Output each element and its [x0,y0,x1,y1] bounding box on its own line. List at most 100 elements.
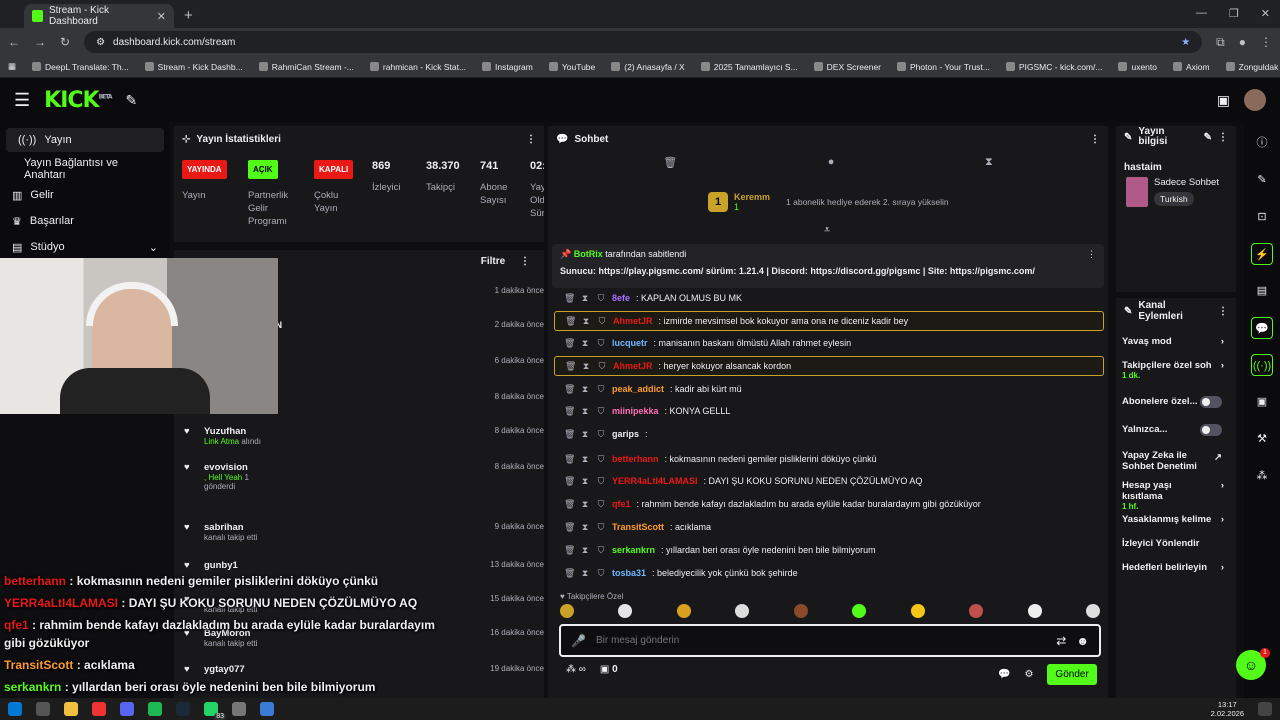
timeout-icon[interactable]: ⧗ [580,454,590,465]
delete-message-icon[interactable]: 🗑 [564,545,575,556]
whatsapp-icon[interactable]: 83 [204,702,226,720]
timeout-icon[interactable]: ⧗ [580,545,590,556]
channel-action-item[interactable]: Hedefleri belirleyin › [1122,562,1230,573]
avatar[interactable] [1244,89,1266,111]
emote[interactable] [910,604,925,618]
bookmark-item[interactable]: 2025 Tamamlayıcı S... [700,62,798,72]
support-chat-button[interactable]: ☺ 1 [1236,648,1270,680]
timeout-icon[interactable]: ⧗ [580,476,590,487]
delete-message-icon[interactable]: 🗑 [564,476,575,487]
emote[interactable] [618,604,633,618]
pinned-menu-icon[interactable]: ⋮ [1087,249,1096,260]
timeout-icon[interactable]: ⧗ [580,293,590,304]
chat-username[interactable]: TransitScott [612,522,664,532]
bookmark-item[interactable]: uxento [1118,62,1157,72]
bookmark-item[interactable]: YouTube [548,62,595,72]
sidebar-item-studyo[interactable]: ▤ Stüdyo ⌄ [0,234,170,260]
info-icon[interactable]: ⓘ [1251,132,1273,154]
channel-action-item[interactable]: Yapay Zeka ile Sohbet Denetimi ↗ [1122,450,1230,472]
trash-icon[interactable]: 🗑 [663,156,677,169]
channel-action-item[interactable]: Yalnızca... [1122,424,1230,436]
forward-icon[interactable]: → [34,35,46,49]
collapse-icon[interactable]: ⩡ [824,224,830,237]
delete-message-icon[interactable]: 🗑 [564,522,575,533]
sidebar-item-yayin[interactable]: ((·)) Yayın [6,128,164,152]
chat-icon[interactable]: 💬 [1251,317,1273,339]
bookmark-item[interactable]: Photon - Your Trust... [897,62,990,72]
emote[interactable] [793,604,808,618]
bookmark-item[interactable]: Stream - Kick Dashb... [144,62,243,72]
chat-username[interactable]: garips [612,429,639,439]
menu-kebab-icon[interactable]: ⋮ [1260,35,1272,49]
app-icon[interactable] [260,702,274,716]
target-icon[interactable]: ⊡ [1251,206,1273,228]
points-icon[interactable]: ⁂ ∞ [566,664,586,675]
info-menu-icon[interactable]: ⋮ [1218,132,1228,143]
site-info-icon[interactable]: ⚙ [96,37,105,48]
gift-icon[interactable]: ▣ 0 [600,664,618,675]
new-tab-icon[interactable]: + [184,7,193,24]
spotify-icon[interactable] [148,702,162,716]
browser-tab[interactable]: Stream - Kick Dashboard ✕ [24,4,174,28]
wallet-icon[interactable]: ▣ [1217,92,1230,109]
delete-message-icon[interactable]: 🗑 [564,429,575,440]
chat-username[interactable]: betterhann [612,454,659,464]
start-icon[interactable] [8,702,22,716]
timeout-icon[interactable]: ⧗ [580,406,590,417]
timeout-icon[interactable]: ⧗ [580,499,590,510]
emoji-icon[interactable]: ☻ [1076,634,1089,648]
settings-icon[interactable]: ⚒ [1251,428,1273,450]
channel-action-item[interactable]: İzleyici Yönlendir [1122,538,1230,549]
bookmark-item[interactable]: Zonguldak İngilizce... [1225,62,1280,72]
translate-icon[interactable]: ⇄ [1056,634,1066,648]
bookmark-star-icon[interactable]: ★ [1181,37,1190,48]
gear-icon[interactable]: ⚙ [1024,669,1033,680]
chat-username[interactable]: AhmetJR [613,316,653,326]
minimize-icon[interactable]: — [1196,7,1207,20]
bookmark-item[interactable]: RahmiCan Stream -... [258,62,354,72]
steam-icon[interactable] [176,702,190,716]
toggle-switch[interactable] [1200,396,1222,408]
timeout-icon[interactable]: ⧗ [580,338,590,349]
delete-message-icon[interactable]: 🗑 [564,293,575,304]
bookmark-item[interactable]: Axiom [1173,62,1210,72]
microphone-icon[interactable]: 🎤 [571,634,586,648]
channel-action-item[interactable]: Takipçilere özel soh 1 dk. › [1122,360,1230,380]
chat-username[interactable]: tosba31 [612,568,646,578]
chat-username[interactable]: serkankrn [612,545,655,555]
emote[interactable] [676,604,691,618]
obs-icon[interactable] [232,702,246,716]
explorer-icon[interactable] [64,702,78,716]
notifications-icon[interactable] [1258,702,1272,716]
hamburger-menu-icon[interactable]: ☰ [14,90,30,111]
tools-icon[interactable]: ✎ [126,92,138,109]
apps-icon[interactable]: ▦ [8,61,16,72]
delete-message-icon[interactable]: 🗑 [564,568,575,579]
timeout-icon[interactable]: ⧗ [580,568,590,579]
delete-message-icon[interactable]: 🗑 [564,454,575,465]
chat-username[interactable]: peak_addict [612,384,664,394]
document-icon[interactable]: ▤ [1251,280,1273,302]
chat-username[interactable]: 8efe [612,293,630,303]
timeout-icon[interactable]: ⧗ [581,316,591,327]
channel-action-item[interactable]: Yasaklanmış kelime › [1122,514,1230,525]
chat-menu-icon[interactable]: ⋮ [1090,134,1100,145]
kick-logo[interactable]: KICKBETA [44,88,112,113]
emote[interactable] [969,604,984,618]
bookmark-item[interactable]: (2) Anasayfa / X [611,62,685,72]
delete-message-icon[interactable]: 🗑 [565,361,576,372]
toggle-switch[interactable] [1200,424,1222,436]
discord-icon[interactable] [120,702,134,716]
chat-username[interactable]: AhmetJR [613,361,653,371]
sidebar-item-stream-key[interactable]: Yayın Bağlantısı ve Anahtarı [0,156,170,182]
stats-menu-icon[interactable]: ⋮ [526,134,536,145]
broadcast-icon[interactable]: ((·)) [1251,354,1273,376]
share-icon[interactable]: ⁂ [1251,465,1273,487]
actions-menu-icon[interactable]: ⋮ [1218,306,1228,317]
close-tab-icon[interactable]: ✕ [157,10,166,23]
chat-username[interactable]: lucquetr [612,338,648,348]
delete-message-icon[interactable]: 🗑 [564,384,575,395]
delete-message-icon[interactable]: 🗑 [564,338,575,349]
timeout-icon[interactable]: ⧗ [581,361,591,372]
channel-action-item[interactable]: Yavaş mod › [1122,336,1230,347]
